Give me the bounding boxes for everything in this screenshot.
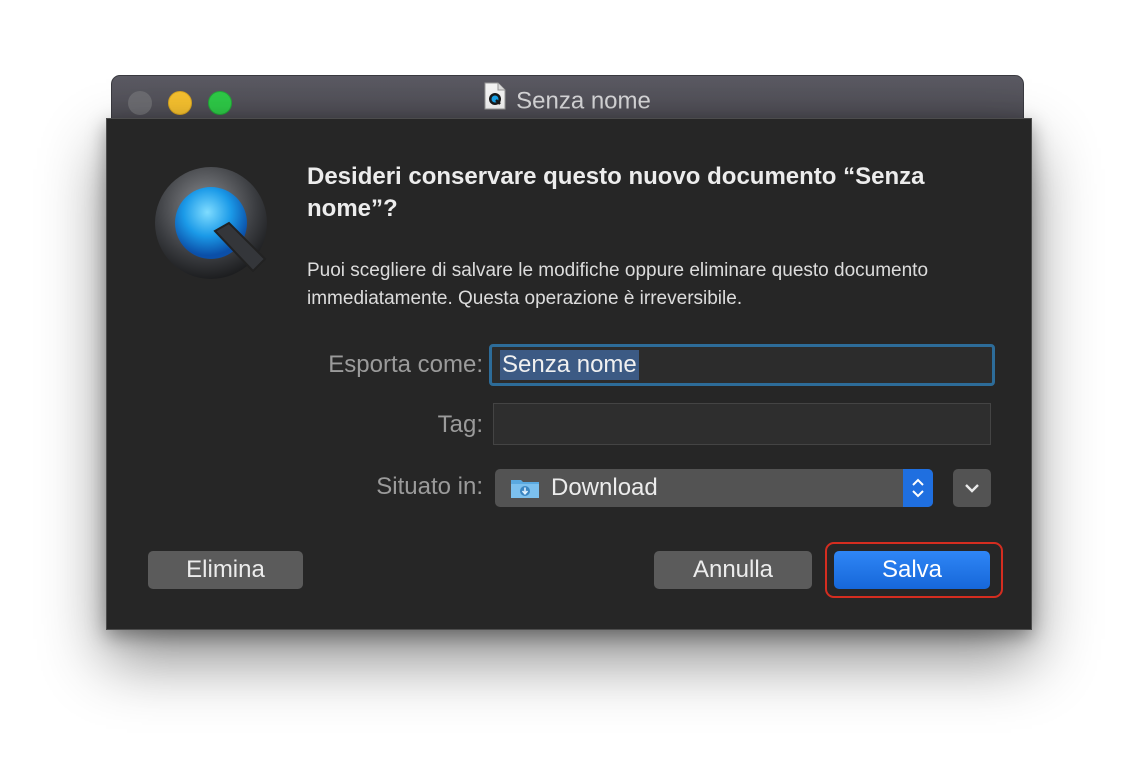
dialog-message: Puoi scegliere di salvare le modifiche o…	[307, 260, 929, 309]
delete-button[interactable]: Elimina	[148, 551, 303, 589]
tag-field[interactable]	[493, 403, 991, 445]
window-title: Senza nome	[112, 82, 1023, 117]
chevron-down-icon	[953, 484, 991, 511]
location-label: Situato in:	[376, 473, 483, 500]
location-value: Download	[551, 474, 658, 501]
window-title-text: Senza nome	[516, 87, 651, 115]
export-name-field[interactable]: Senza nome	[489, 344, 995, 386]
save-button[interactable]: Salva	[834, 551, 990, 589]
quicktime-icon	[153, 167, 273, 287]
dialog-heading: Desideri conservare questo nuovo documen…	[307, 163, 925, 222]
expand-button[interactable]	[953, 469, 991, 507]
export-name-value: Senza nome	[500, 350, 639, 380]
export-as-label: Esporta come:	[328, 351, 483, 378]
save-dialog: Desideri conservare questo nuovo documen…	[106, 118, 1032, 630]
quicktime-document-icon	[484, 82, 506, 117]
tag-label: Tag:	[437, 411, 483, 438]
popup-arrows-icon	[903, 469, 933, 507]
location-popup[interactable]: Download	[495, 469, 933, 507]
screenshot: Senza nome Desideri conservare questo nu…	[0, 0, 1136, 764]
cancel-button[interactable]: Annulla	[654, 551, 812, 589]
downloads-folder-icon	[510, 477, 540, 504]
